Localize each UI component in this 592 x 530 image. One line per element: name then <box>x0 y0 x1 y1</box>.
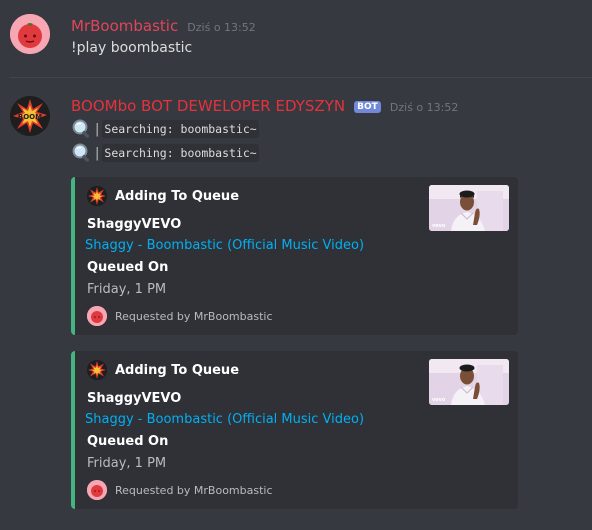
search-line: | Searching: boombastic~ <box>71 118 259 140</box>
bot-username[interactable]: BOOMbo BOT DEWELOPER EDYSZYN <box>71 97 345 115</box>
message-header: BOOMbo BOT DEWELOPER EDYSZYN BOT Dziś o … <box>71 96 458 115</box>
svg-text:vevo: vevo <box>432 223 446 229</box>
video-link[interactable]: Shaggy - Boombastic (Official Music Vide… <box>85 412 364 427</box>
embed-author-name: Adding To Queue <box>115 188 240 204</box>
embed-footer: Requested by MrBoombastic <box>87 306 273 326</box>
chat-messages: MrBoombastic Dziś o 13:52 !play boombast… <box>0 0 592 530</box>
requester-avatar <box>87 480 107 500</box>
requester-avatar <box>87 306 107 326</box>
search-separator: | <box>95 121 100 137</box>
message-header: MrBoombastic Dziś o 13:52 <box>71 16 256 35</box>
embed-author: Adding To Queue <box>87 186 239 206</box>
embed-field-name: Queued On <box>87 434 169 449</box>
embed-footer-text: Requested by MrBoombastic <box>115 483 273 497</box>
user-avatar[interactable] <box>10 14 50 54</box>
svg-text:BOOM: BOOM <box>18 113 42 121</box>
message-divider <box>10 77 592 78</box>
embed-title: ShaggyVEVO <box>87 391 182 406</box>
queue-embed: Adding To Queue ShaggyVEVO Shaggy - Boom… <box>71 351 518 509</box>
search-line: | Searching: boombastic~ <box>71 142 259 164</box>
bot-avatar[interactable]: BOOM <box>10 96 50 136</box>
video-thumbnail[interactable]: vevo <box>429 185 509 231</box>
timestamp: Dziś o 13:52 <box>389 101 459 114</box>
message-user: MrBoombastic Dziś o 13:52 !play boombast… <box>0 0 592 76</box>
bot-tag: BOT <box>354 101 381 113</box>
embed-title: ShaggyVEVO <box>87 217 182 232</box>
embed-author-name: Adding To Queue <box>115 362 240 378</box>
svg-text:vevo: vevo <box>432 397 446 403</box>
video-thumbnail[interactable]: vevo <box>429 359 509 405</box>
magnifying-glass-icon <box>71 118 93 140</box>
username[interactable]: MrBoombastic <box>71 17 178 35</box>
embed-author: Adding To Queue <box>87 360 239 380</box>
queue-embed: Adding To Queue ShaggyVEVO Shaggy - Boom… <box>71 177 518 335</box>
boom-explosion-icon <box>87 186 107 206</box>
message-content: !play boombastic <box>71 40 193 56</box>
embed-field-name: Queued On <box>87 260 169 275</box>
video-link[interactable]: Shaggy - Boombastic (Official Music Vide… <box>85 238 364 253</box>
search-separator: | <box>95 145 100 161</box>
search-text: Searching: boombastic~ <box>102 120 259 138</box>
magnifying-glass-icon <box>71 142 93 164</box>
embed-field-value: Friday, 1 PM <box>87 456 167 471</box>
embed-field-value: Friday, 1 PM <box>87 282 167 297</box>
boom-explosion-icon <box>87 360 107 380</box>
embed-footer-text: Requested by MrBoombastic <box>115 309 273 323</box>
embed-footer: Requested by MrBoombastic <box>87 480 273 500</box>
message-bot: BOOM BOOMbo BOT DEWELOPER EDYSZYN BOT Dz… <box>0 80 592 530</box>
timestamp: Dziś o 13:52 <box>187 21 256 34</box>
search-text: Searching: boombastic~ <box>102 144 259 162</box>
